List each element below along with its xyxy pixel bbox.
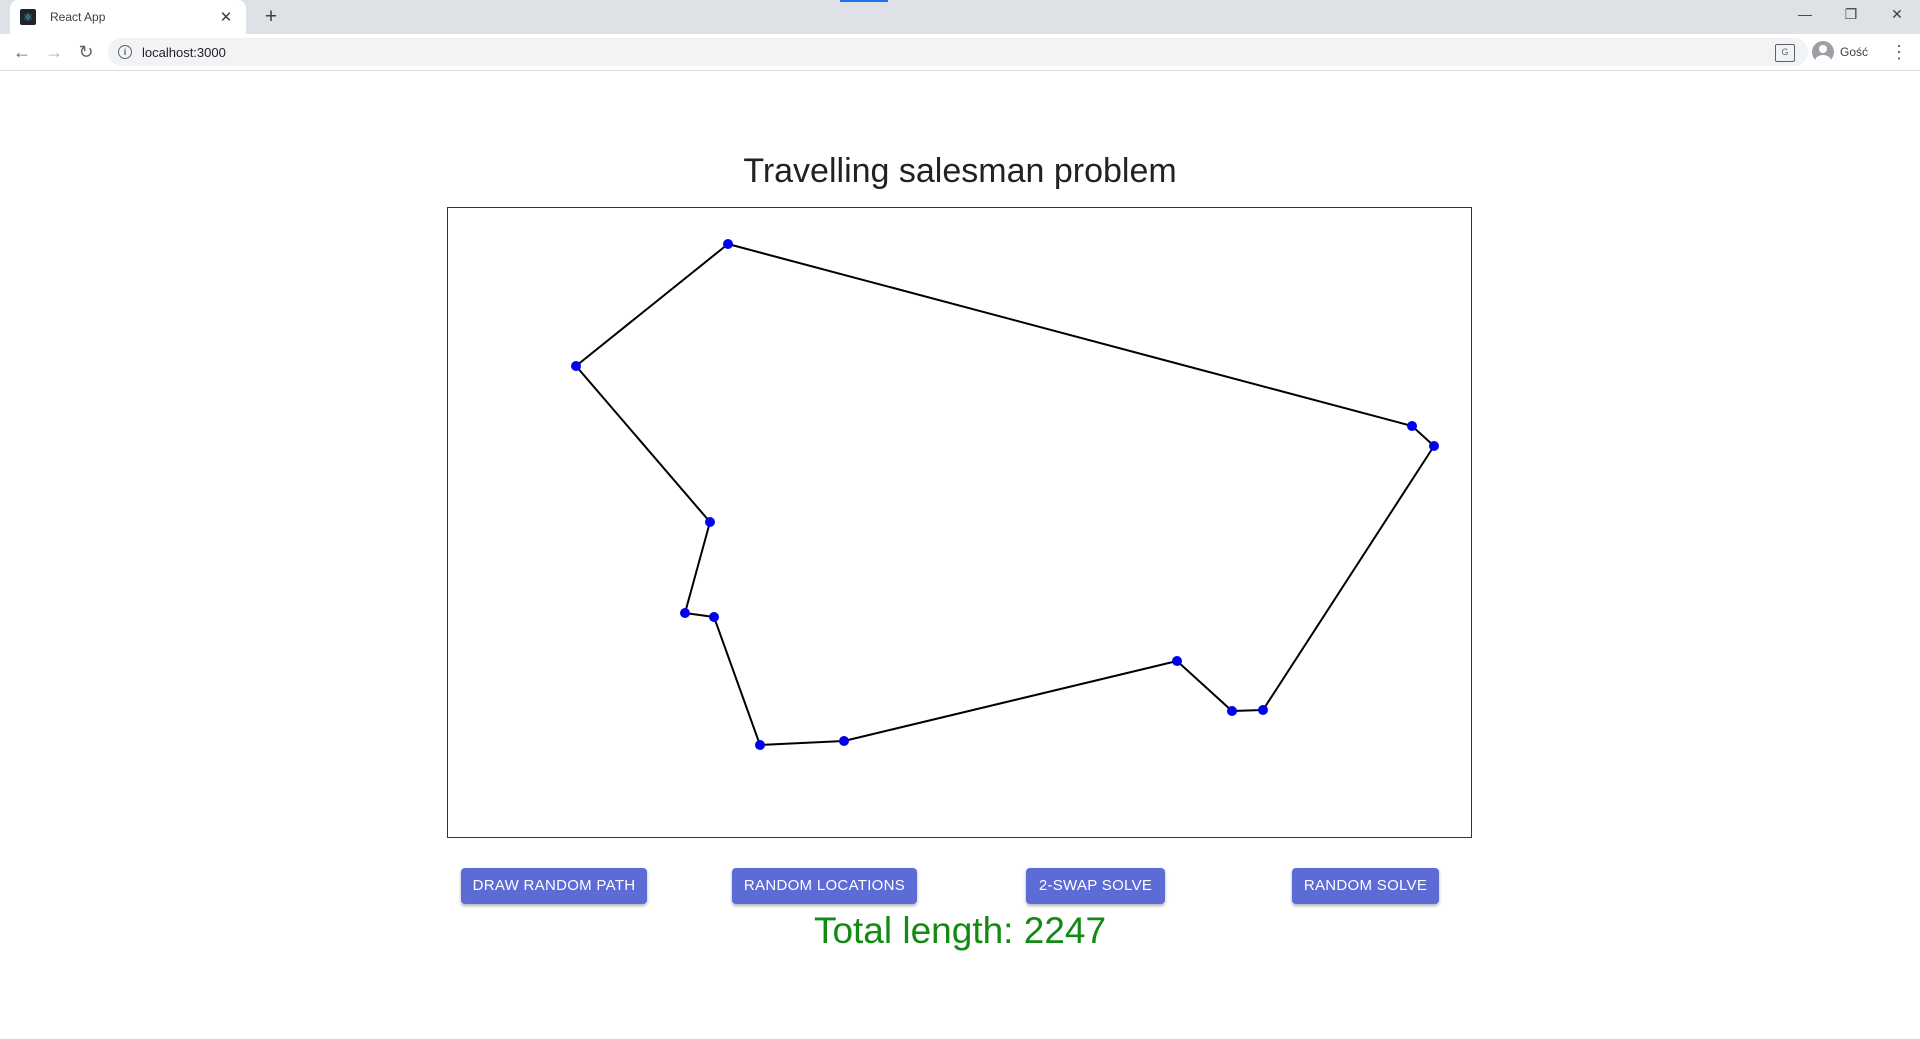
location-node [571,361,581,371]
more-menu-icon[interactable]: ⋮ [1890,40,1908,64]
random-locations-button[interactable]: RANDOM LOCATIONS [732,868,917,904]
path-edge [843,660,1178,742]
random-solve-button[interactable]: RANDOM SOLVE [1292,868,1439,904]
path-edge [1262,445,1435,711]
browser-toolbar: ← → ↻ i localhost:3000 [0,34,1920,71]
location-node [1227,706,1237,716]
browser-tab[interactable]: ⚛ React App ✕ [10,0,246,34]
tab-title: React App [50,10,106,24]
path-edge [575,365,711,523]
path-edge [684,521,711,614]
avatar-icon [1812,41,1834,63]
browser-tabstrip: ⚛ React App ✕ + — ❐ ✕ [0,0,1920,34]
info-icon[interactable]: i [118,45,132,59]
page-title: Travelling salesman problem [743,152,1177,190]
tsp-canvas[interactable] [447,207,1472,838]
window-close-icon[interactable]: ✕ [1874,0,1920,30]
location-node [1429,441,1439,451]
url-text[interactable]: localhost:3000 [142,45,226,60]
back-arrow-icon[interactable]: ← [8,38,36,66]
location-node [705,517,715,527]
minimize-icon[interactable]: — [1782,0,1828,30]
loading-indicator [840,0,888,2]
location-node [709,612,719,622]
forward-arrow-icon[interactable]: → [40,38,68,66]
new-tab-icon[interactable]: + [258,4,284,30]
location-node [723,239,733,249]
draw-random-path-button[interactable]: DRAW RANDOM PATH [461,868,647,904]
path-edge [727,243,1413,427]
restore-icon[interactable]: ❐ [1828,0,1874,30]
location-node [1172,656,1182,666]
path-edge [759,740,845,746]
profile-button[interactable]: Gość [1808,38,1876,66]
path-edge [1176,660,1233,712]
reload-icon[interactable]: ↻ [72,38,100,66]
tsp-drawing[interactable] [448,208,1471,837]
location-node [1407,421,1417,431]
react-logo-icon: ⚛ [20,9,36,25]
location-node [839,736,849,746]
profile-name: Gość [1840,45,1869,59]
translate-icon[interactable]: G [1775,44,1795,62]
location-node [1258,705,1268,715]
total-length: Total length: 2247 [813,910,1107,951]
close-icon[interactable]: ✕ [216,8,236,26]
path-edge [713,616,761,746]
location-node [680,608,690,618]
address-bar[interactable]: i localhost:3000 [108,38,1808,66]
two-swap-solve-button[interactable]: 2-SWAP SOLVE [1026,868,1165,904]
path-edge [575,243,729,367]
location-node [755,740,765,750]
